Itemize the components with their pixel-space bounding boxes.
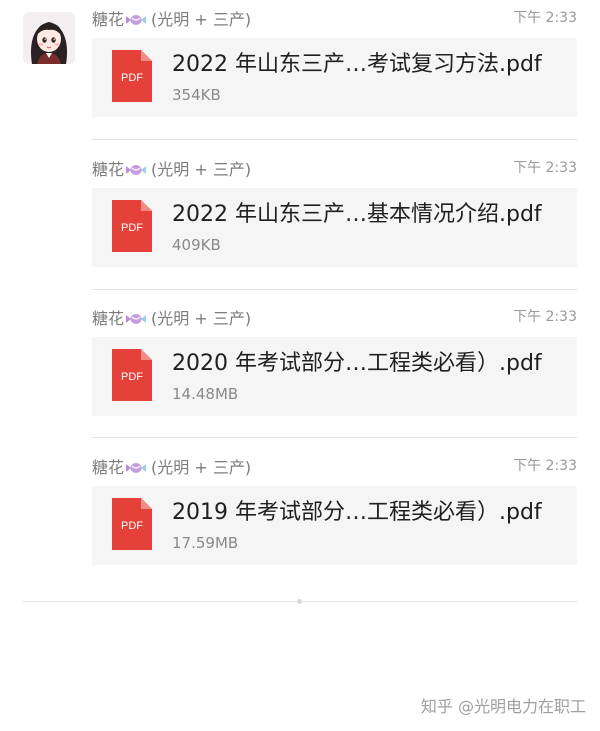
message-time: 下午 2:33 — [513, 160, 577, 176]
pdf-file-icon: PDF — [112, 349, 152, 401]
pdf-type-label: PDF — [121, 371, 143, 383]
pdf-type-label: PDF — [121, 222, 143, 234]
pdf-file-icon: PDF — [112, 498, 152, 550]
message-time: 下午 2:33 — [513, 458, 577, 474]
file-card[interactable]: PDF 2022 年山东三产…基本情况介绍.pdf 409KB — [92, 188, 577, 267]
message-divider — [92, 437, 577, 438]
chat-message: 糖花 (光明 + 三产) 下午 2:33 PDF 2019 年考试部分…工程类必看… — [92, 457, 577, 569]
sender-name: 糖花 — [92, 458, 125, 477]
pdf-file-icon: PDF — [112, 200, 152, 252]
sender-info: 糖花 (光明 + 三产) — [92, 9, 251, 31]
chat-message: 糖花 (光明 + 三产) 下午 2:33 PDF 2022 年山东三产…基本情况介… — [92, 159, 577, 271]
file-size: 354KB — [172, 86, 221, 104]
watermark: 知乎 @光明电力在职工 — [420, 697, 586, 716]
file-card[interactable]: PDF 2022 年山东三产…考试复习方法.pdf 354KB — [92, 38, 577, 117]
sender-group: (光明 + 三产) — [151, 309, 252, 328]
file-size: 17.59MB — [172, 534, 239, 552]
file-name: 2020 年考试部分…工程类必看）.pdf — [172, 351, 542, 376]
sender-info: 糖花 (光明 + 三产) — [92, 308, 251, 330]
chat-message: 糖花 (光明 + 三产) 下午 2:33 PDF 2022 年山东三产…考试复习方… — [92, 9, 577, 121]
message-time: 下午 2:33 — [513, 309, 577, 325]
sender-info: 糖花 (光明 + 三产) — [92, 457, 251, 479]
file-card[interactable]: PDF 2019 年考试部分…工程类必看）.pdf 17.59MB — [92, 486, 577, 565]
sender-name: 糖花 — [92, 160, 125, 179]
file-name: 2019 年考试部分…工程类必看）.pdf — [172, 500, 542, 525]
sender-group: (光明 + 三产) — [151, 160, 252, 179]
message-time: 下午 2:33 — [513, 10, 577, 26]
message-divider — [92, 289, 577, 290]
sender-info: 糖花 (光明 + 三产) — [92, 159, 251, 181]
file-card[interactable]: PDF 2020 年考试部分…工程类必看）.pdf 14.48MB — [92, 337, 577, 416]
sender-name: 糖花 — [92, 309, 125, 328]
file-size: 409KB — [172, 236, 221, 254]
list-end-dot — [297, 599, 302, 604]
sender-name: 糖花 — [92, 10, 125, 29]
message-divider — [92, 139, 577, 140]
pdf-file-icon: PDF — [112, 50, 152, 102]
sender-group: (光明 + 三产) — [151, 10, 252, 29]
file-name: 2022 年山东三产…考试复习方法.pdf — [172, 52, 542, 77]
candy-icon — [125, 161, 147, 175]
chat-message: 糖花 (光明 + 三产) 下午 2:33 PDF 2020 年考试部分…工程类必看… — [92, 308, 577, 420]
candy-icon — [125, 310, 147, 324]
candy-icon — [125, 11, 147, 25]
file-name: 2022 年山东三产…基本情况介绍.pdf — [172, 202, 542, 227]
candy-icon — [125, 459, 147, 473]
avatar[interactable] — [23, 12, 75, 64]
file-size: 14.48MB — [172, 385, 239, 403]
pdf-type-label: PDF — [121, 72, 143, 84]
sender-group: (光明 + 三产) — [151, 458, 252, 477]
pdf-type-label: PDF — [121, 520, 143, 532]
cartoon-girl-avatar-icon — [23, 12, 75, 64]
